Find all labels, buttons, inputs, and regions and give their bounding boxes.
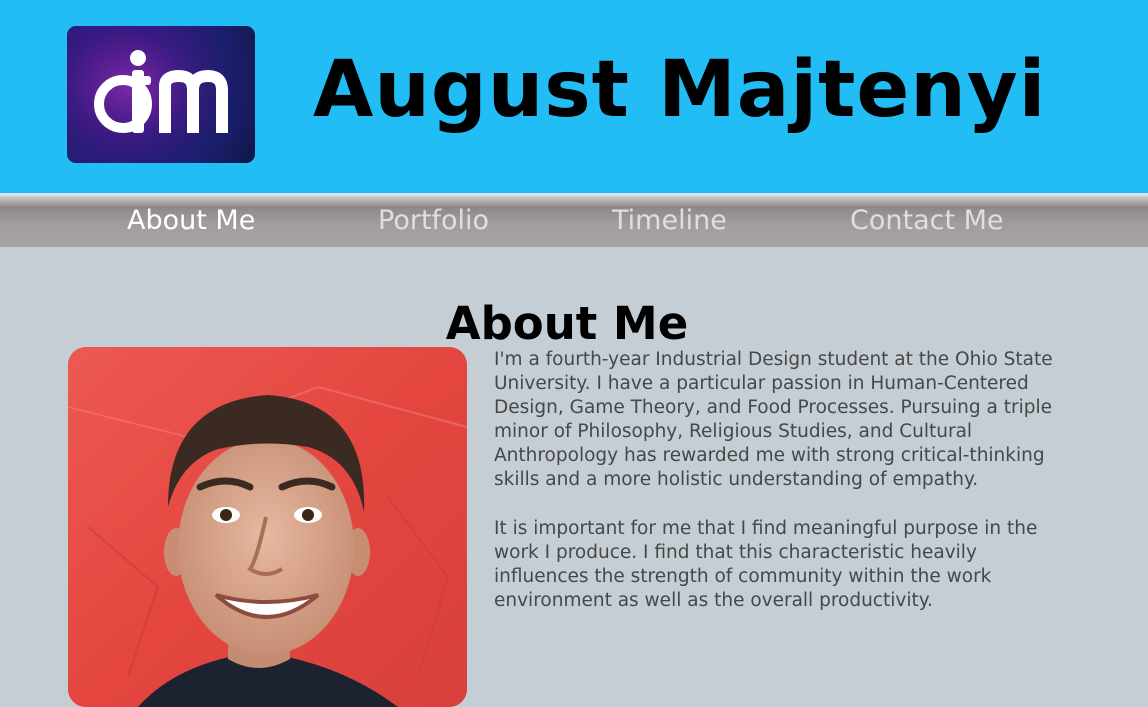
nav-item-about-me[interactable]: About Me xyxy=(127,204,255,238)
profile-photo-illustration xyxy=(68,347,467,707)
page-title: About Me xyxy=(445,297,689,351)
bio-text: I'm a fourth-year Industrial Design stud… xyxy=(494,348,1074,637)
nav-item-contact-me[interactable]: Contact Me xyxy=(850,204,1004,238)
nav-item-timeline[interactable]: Timeline xyxy=(612,204,727,238)
am-logo[interactable] xyxy=(67,26,255,163)
site-title: August Majtenyi xyxy=(313,45,1047,135)
nav-item-portfolio[interactable]: Portfolio xyxy=(378,204,489,238)
bio-paragraph: It is important for me that I find meani… xyxy=(494,517,1038,611)
main-nav: About Me Portfolio Timeline Contact Me xyxy=(0,196,1148,247)
bio-paragraph: I'm a fourth-year Industrial Design stud… xyxy=(494,349,1053,491)
site-header: August Majtenyi xyxy=(0,0,1148,193)
profile-photo xyxy=(68,347,467,707)
am-logo-graphic xyxy=(67,26,255,163)
